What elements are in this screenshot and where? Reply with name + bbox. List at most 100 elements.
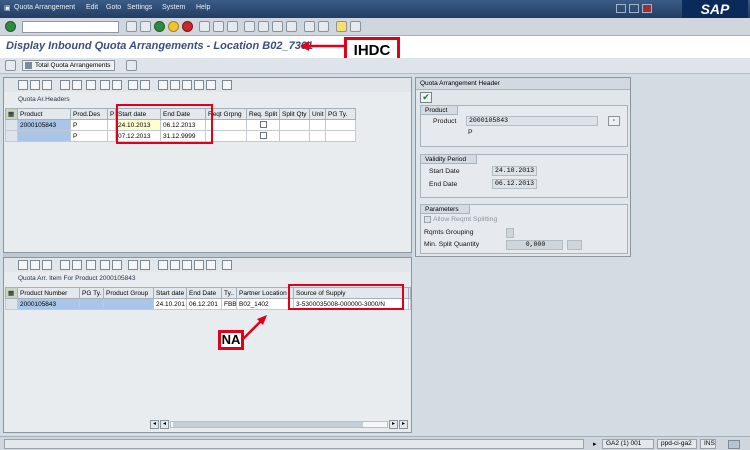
cell-unit[interactable] [309, 119, 326, 131]
views-icon[interactable] [170, 260, 180, 270]
subtotal-icon[interactable] [112, 260, 122, 270]
refresh-icon[interactable] [140, 80, 150, 90]
status-mode[interactable]: INS [700, 439, 716, 449]
table-icon[interactable] [42, 260, 52, 270]
col-prod-des[interactable]: Prod.Des [70, 108, 108, 120]
info-icon[interactable] [222, 80, 232, 90]
cell-pg-ty[interactable] [325, 130, 356, 142]
zoom-icon[interactable] [30, 260, 40, 270]
cell-prod-des[interactable]: P [70, 130, 108, 142]
select-all-icon[interactable]: ▦ [5, 287, 18, 299]
filter2-icon[interactable] [128, 80, 138, 90]
min-split-unit-field[interactable] [567, 240, 582, 250]
layout-icon[interactable] [350, 21, 361, 32]
edit-pencil-icon[interactable] [5, 60, 16, 71]
row-selector[interactable] [5, 119, 18, 131]
col-product-group[interactable]: Product Group [103, 287, 154, 299]
window-icon[interactable]: ▣ [4, 4, 11, 12]
allow-splitting-checkbox[interactable] [424, 216, 431, 223]
info-icon[interactable] [222, 260, 232, 270]
total-quota-arrangements-button[interactable]: Total Quota Arrangements [22, 60, 115, 71]
zoom-icon[interactable] [30, 80, 40, 90]
cell-p[interactable] [107, 119, 116, 131]
menu-edit[interactable]: Edit [86, 4, 98, 11]
col-end-date[interactable]: End Date [186, 287, 222, 299]
scroll-last-icon[interactable]: ▸ [399, 420, 408, 429]
col-start-date[interactable]: Start date [153, 287, 187, 299]
horizontal-scrollbar[interactable]: ◂ ◂ ▸ ▸ [150, 420, 408, 429]
cell-pg-ty[interactable] [79, 298, 104, 310]
filter-icon[interactable] [86, 260, 96, 270]
confirm-check-icon[interactable]: ✔ [420, 92, 432, 103]
layout-save-icon[interactable] [206, 260, 216, 270]
min-split-qty-field[interactable]: 0,000 [506, 240, 563, 250]
maximize-icon[interactable] [629, 4, 639, 13]
cell-product[interactable] [17, 130, 71, 142]
sum-icon[interactable] [100, 260, 110, 270]
req-split-checkbox[interactable] [259, 132, 267, 140]
col-pg-ty[interactable]: PG Ty. [325, 108, 356, 120]
sum-icon[interactable] [100, 80, 110, 90]
find-icon[interactable] [213, 21, 224, 32]
cell-product-group[interactable] [103, 298, 154, 310]
next-page-icon[interactable] [272, 21, 283, 32]
menu-goto[interactable]: Goto [106, 4, 121, 11]
first-page-icon[interactable] [244, 21, 255, 32]
enter-icon[interactable] [5, 21, 16, 32]
details-icon[interactable] [18, 260, 28, 270]
row-selector[interactable] [5, 298, 18, 310]
cell-pg-ty[interactable] [325, 119, 356, 131]
command-field[interactable] [22, 21, 119, 33]
last-page-icon[interactable] [286, 21, 297, 32]
scroll-track[interactable] [170, 421, 388, 428]
status-toggle-icon[interactable]: ▸ [593, 440, 597, 448]
cell-product[interactable]: 2000105843 [17, 119, 71, 131]
export-icon[interactable] [182, 80, 192, 90]
filter2-icon[interactable] [128, 260, 138, 270]
prev-page-icon[interactable] [258, 21, 269, 32]
cell-split-qty[interactable] [279, 130, 310, 142]
views-icon[interactable] [170, 80, 180, 90]
cell-start-date[interactable]: 24.10.201 [153, 298, 187, 310]
export-icon[interactable] [182, 260, 192, 270]
sort-asc-icon[interactable] [60, 260, 70, 270]
dropdown-icon[interactable] [126, 21, 137, 32]
new-session-icon[interactable] [304, 21, 315, 32]
cell-product-number[interactable]: 2000105843 [17, 298, 80, 310]
sort-asc-icon[interactable] [60, 80, 70, 90]
product-detail-icon[interactable]: ▫ [608, 116, 620, 126]
cell-pr[interactable] [408, 298, 411, 310]
minimize-icon[interactable] [616, 4, 626, 13]
cell-split-qty[interactable] [279, 119, 310, 131]
cell-partner-location[interactable]: B02_1402 [236, 298, 294, 310]
start-date-field[interactable]: 24.10.2013 [492, 166, 537, 176]
row-selector[interactable] [5, 130, 18, 142]
col-pg-ty[interactable]: PG Ty. [79, 287, 104, 299]
cell-req-split[interactable] [246, 130, 280, 142]
cell-req-split[interactable] [246, 119, 280, 131]
scroll-thumb[interactable] [173, 422, 363, 427]
sort-desc-icon[interactable] [72, 260, 82, 270]
end-date-field[interactable]: 06.12.2013 [492, 179, 537, 189]
help-icon[interactable] [336, 21, 347, 32]
select-all-icon[interactable]: ▦ [5, 108, 18, 120]
find-next-icon[interactable] [227, 21, 238, 32]
print-icon[interactable] [199, 21, 210, 32]
subtotal-icon[interactable] [112, 80, 122, 90]
scroll-right-icon[interactable]: ▸ [389, 420, 398, 429]
col-p[interactable]: P [107, 108, 116, 120]
cell-prod-des[interactable]: P [70, 119, 108, 131]
sort-desc-icon[interactable] [72, 80, 82, 90]
cancel-icon[interactable] [182, 21, 193, 32]
shortcut-icon[interactable] [318, 21, 329, 32]
exit-icon[interactable] [168, 21, 179, 32]
col-unit[interactable]: Unit [309, 108, 326, 120]
rqmts-grouping-field[interactable] [506, 228, 514, 238]
menu-system[interactable]: System [162, 4, 185, 11]
table-icon[interactable] [42, 80, 52, 90]
cell-ty[interactable]: FBB [221, 298, 237, 310]
layout-select-icon[interactable] [194, 80, 204, 90]
cell-p[interactable] [107, 130, 116, 142]
filter-icon[interactable] [86, 80, 96, 90]
menu-quota-arrangement[interactable]: Quota Arrangement [14, 4, 75, 11]
